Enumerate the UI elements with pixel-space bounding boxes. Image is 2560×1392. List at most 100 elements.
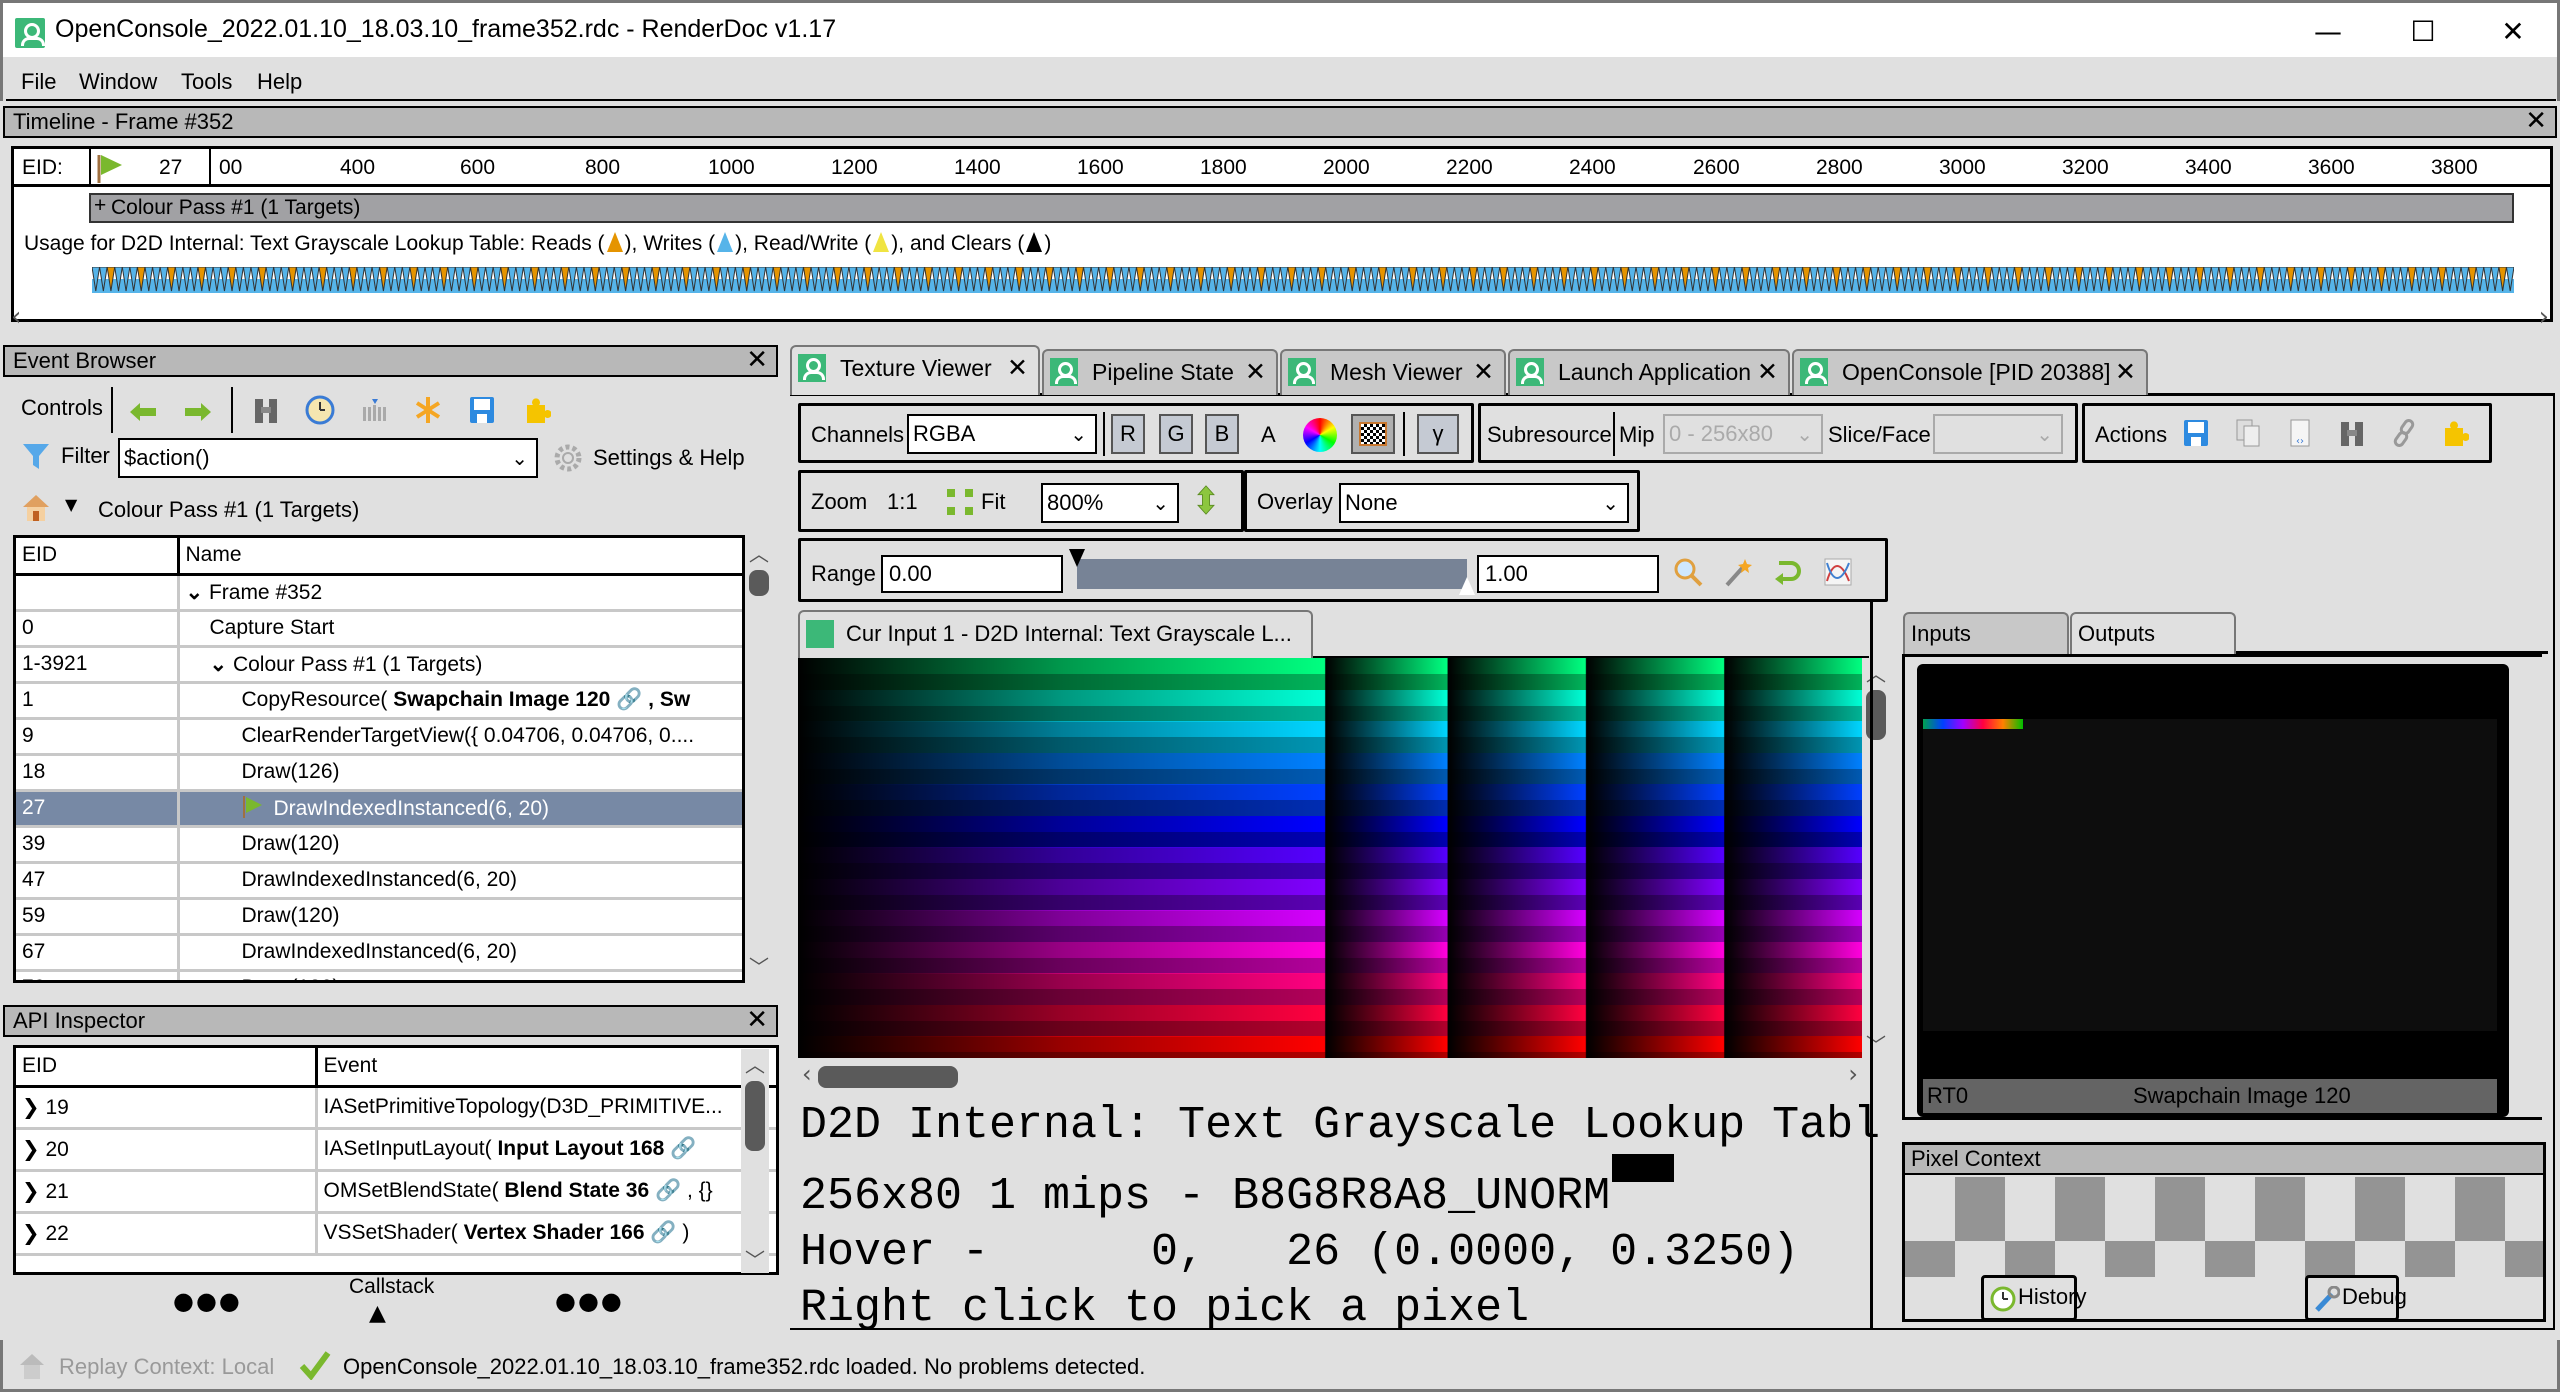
debug-button[interactable]: Debug (2305, 1275, 2407, 1321)
link-icon[interactable] (2389, 418, 2419, 448)
column-header-eid[interactable]: EID (16, 1048, 318, 1088)
column-header-event[interactable]: Event (316, 1048, 776, 1088)
expand-icon[interactable]: + (94, 193, 106, 219)
api-inspector-close-icon[interactable]: ✕ (746, 1006, 768, 1034)
left-dots-handle[interactable]: ●●● (173, 1287, 242, 1315)
event-row[interactable]: ⌄ Frame #352 (16, 574, 742, 612)
open-document-icon[interactable]: ‹› (2285, 418, 2315, 448)
right-dots-handle[interactable]: ●●● (555, 1287, 624, 1315)
binoculars-icon[interactable] (251, 395, 281, 425)
tab-openconsole-pid-20388[interactable]: OpenConsole [PID 20388] ✕ (1792, 349, 2148, 395)
asterisk-icon[interactable] (413, 395, 443, 425)
column-header-name[interactable]: Name (178, 538, 742, 576)
replay-context-label[interactable]: Replay Context: Local (59, 1354, 274, 1380)
color-wheel-icon[interactable] (1303, 418, 1337, 452)
clock-icon[interactable] (305, 395, 335, 425)
expand-chevron-icon[interactable]: ❯ (22, 1180, 45, 1203)
usage-strip[interactable] (92, 267, 2514, 293)
resource-link[interactable]: Blend State 36 (504, 1179, 649, 1202)
api-event-tree[interactable]: EID Event ❯ 19 IASetPrimitiveTopology(D3D… (13, 1045, 779, 1275)
arrow-right-icon[interactable] (183, 397, 213, 427)
event-row[interactable]: 18 Draw(126) (16, 754, 742, 792)
link-icon[interactable]: 🔗 (645, 1221, 676, 1244)
overlay-select[interactable]: None ⌄ (1339, 483, 1629, 523)
api-row[interactable]: ❯ 19 IASetPrimitiveTopology(D3D_PRIMITIVE… (16, 1086, 776, 1130)
event-row[interactable]: 67 DrawIndexedInstanced(6, 20) (16, 934, 742, 972)
history-button[interactable]: History (1981, 1275, 2086, 1321)
arrow-left-icon[interactable] (128, 397, 158, 427)
tab-texture-viewer[interactable]: Texture Viewer ✕ (790, 345, 1040, 395)
tab-close-icon[interactable]: ✕ (2115, 351, 2136, 393)
scroll-left-icon[interactable]: ‹ (11, 302, 21, 332)
scroll-right-icon[interactable]: › (2539, 302, 2549, 332)
expand-chevron-icon[interactable]: ❯ (22, 1222, 45, 1245)
timeline-pass-colour-pass-1[interactable]: + Colour Pass #1 (1 Targets) (89, 193, 2514, 223)
link-icon[interactable]: 🔗 (649, 1179, 681, 1202)
range-min-handle[interactable] (1069, 549, 1085, 567)
texture-preview-canvas[interactable] (798, 658, 1862, 1058)
event-row[interactable]: 1 CopyResource( Swapchain Image 120 🔗 , S… (16, 682, 742, 720)
zoom-1to1-button[interactable]: 1:1 (887, 489, 918, 515)
tab-mesh-viewer[interactable]: Mesh Viewer ✕ (1280, 349, 1506, 395)
breadcrumb-dropdown-icon[interactable]: ▼ (65, 495, 77, 514)
event-row[interactable]: 47 DrawIndexedInstanced(6, 20) (16, 862, 742, 900)
flip-vertical-icon[interactable] (1191, 485, 1221, 515)
mip-select[interactable]: 0 - 256x80 ⌄ (1663, 414, 1823, 454)
scroll-down-icon[interactable]: ﹀ (1866, 1029, 1886, 1058)
checkerboard-toggle[interactable] (1351, 414, 1395, 454)
event-row[interactable]: 39 Draw(120) (16, 826, 742, 864)
event-tree[interactable]: EID Name ⌄ Frame #352 0 Capture Start 1-392… (13, 535, 745, 983)
menu-file[interactable]: File (21, 69, 56, 95)
menu-help[interactable]: Help (257, 69, 302, 95)
range-max-handle[interactable] (1459, 577, 1475, 595)
callstack-expand-icon[interactable]: ▲ (369, 1301, 386, 1326)
menu-tools[interactable]: Tools (181, 69, 232, 95)
maximize-button[interactable]: ☐ (2388, 11, 2458, 53)
link-icon[interactable]: 🔗 (664, 1137, 696, 1160)
zoom-range-magnifier-icon[interactable] (1673, 557, 1703, 587)
timeline-body[interactable]: EID: 27 00 400 600 800 1000 1200 1400 1600 1800 2… (11, 146, 2553, 322)
texture-hscrollbar[interactable]: ‹ › (798, 1060, 1862, 1090)
channels-select[interactable]: RGBA ⌄ (907, 414, 1097, 454)
copy-icon[interactable] (2233, 418, 2263, 448)
api-row[interactable]: ❯ 21 OMSetBlendState( Blend State 36 🔗 , … (16, 1170, 776, 1214)
puzzle-plugin-icon[interactable] (2439, 418, 2469, 448)
breadcrumb[interactable]: Colour Pass #1 (1 Targets) (98, 497, 359, 523)
scroll-thumb[interactable] (745, 1081, 765, 1151)
channel-b-toggle[interactable]: B (1205, 414, 1239, 454)
save-texture-icon[interactable] (2181, 418, 2211, 448)
scroll-thumb[interactable] (818, 1066, 958, 1088)
event-row[interactable]: 79 Draw(120) (16, 970, 742, 980)
tab-close-icon[interactable]: ✕ (1007, 347, 1028, 389)
tab-inputs[interactable]: Inputs (1903, 612, 2069, 654)
fit-button[interactable]: Fit (981, 489, 1005, 515)
binoculars-icon[interactable] (2337, 418, 2367, 448)
menu-window[interactable]: Window (79, 69, 157, 95)
fit-arrows-icon[interactable] (945, 487, 975, 517)
event-row[interactable]: 9 ClearRenderTargetView({ 0.04706, 0.0470… (16, 718, 742, 756)
home-icon[interactable] (21, 493, 51, 523)
api-row[interactable]: ❯ 22 VSSetShader( Vertex Shader 166 🔗 ) (16, 1212, 776, 1256)
expand-chevron-icon[interactable]: ⌄ (210, 653, 233, 676)
close-button[interactable]: ✕ (2478, 11, 2548, 53)
resource-link[interactable]: Vertex Shader 166 (464, 1221, 645, 1244)
timeline-close-icon[interactable]: ✕ (2525, 107, 2547, 135)
gear-icon[interactable] (553, 443, 583, 473)
pixel-context-checkerboard[interactable] (1905, 1177, 2543, 1277)
scroll-up-icon[interactable]: ︿ (749, 538, 769, 567)
scroll-thumb[interactable] (1866, 690, 1886, 740)
save-icon[interactable] (467, 395, 497, 425)
scroll-left-icon[interactable]: ‹ (802, 1060, 812, 1088)
channel-r-toggle[interactable]: R (1111, 414, 1145, 454)
resource-link[interactable]: Swapchain Image 120 (393, 688, 610, 711)
range-max-input[interactable]: 1.00 (1477, 555, 1659, 593)
minimize-button[interactable]: — (2293, 11, 2363, 53)
scroll-down-icon[interactable]: ﹀ (749, 951, 769, 980)
tab-close-icon[interactable]: ✕ (1757, 351, 1778, 393)
expand-chevron-icon[interactable]: ❯ (22, 1096, 45, 1119)
tab-close-icon[interactable]: ✕ (1473, 351, 1494, 393)
zoom-select[interactable]: 800% ⌄ (1041, 483, 1179, 523)
scroll-right-icon[interactable]: › (1848, 1060, 1858, 1088)
bookmark-bars-icon[interactable] (359, 395, 389, 425)
auto-fit-wand-icon[interactable] (1723, 557, 1753, 587)
